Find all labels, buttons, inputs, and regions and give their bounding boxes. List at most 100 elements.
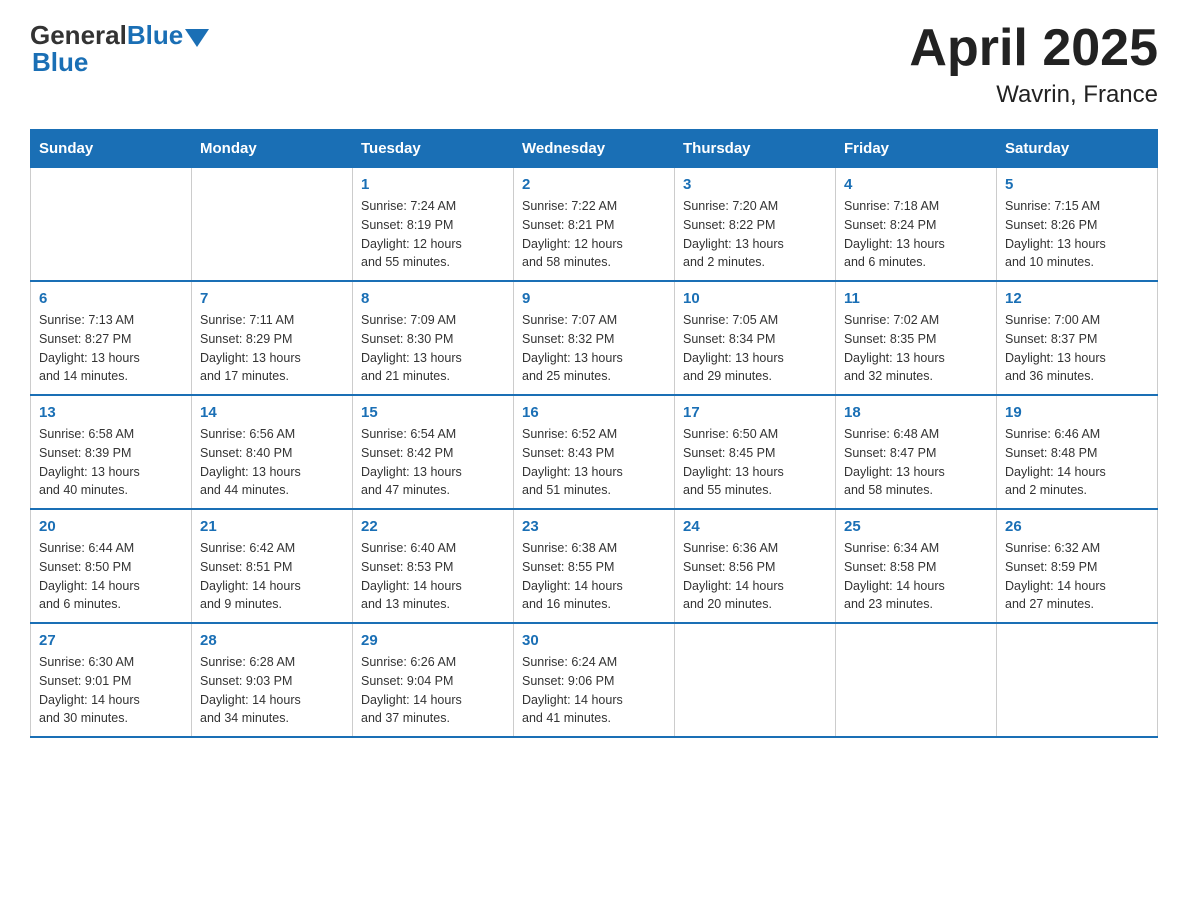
day-number: 29 <box>361 632 505 649</box>
day-number: 22 <box>361 518 505 535</box>
day-info: Sunrise: 7:20 AM Sunset: 8:22 PM Dayligh… <box>683 197 827 272</box>
calendar-cell-w3-d4: 17 Sunrise: 6:50 AM Sunset: 8:45 PM Dayli… <box>675 395 836 509</box>
day-number: 8 <box>361 290 505 307</box>
calendar-cell-w4-d3: 23 Sunrise: 6:38 AM Sunset: 8:55 PM Dayli… <box>514 509 675 623</box>
header-saturday: Saturday <box>997 130 1158 168</box>
logo-triangle-icon <box>185 29 209 47</box>
day-number: 19 <box>1005 404 1149 421</box>
calendar-cell-w5-d5 <box>836 623 997 737</box>
calendar-cell-w1-d0 <box>31 168 192 282</box>
title-block: April 2025 Wavrin, France <box>909 20 1158 109</box>
day-number: 17 <box>683 404 827 421</box>
header-sunday: Sunday <box>31 130 192 168</box>
week-row-5: 27 Sunrise: 6:30 AM Sunset: 9:01 PM Dayli… <box>31 623 1158 737</box>
day-info: Sunrise: 7:05 AM Sunset: 8:34 PM Dayligh… <box>683 311 827 386</box>
calendar-title: April 2025 <box>909 20 1158 77</box>
day-number: 28 <box>200 632 344 649</box>
day-info: Sunrise: 6:38 AM Sunset: 8:55 PM Dayligh… <box>522 539 666 614</box>
header-tuesday: Tuesday <box>353 130 514 168</box>
day-info: Sunrise: 6:56 AM Sunset: 8:40 PM Dayligh… <box>200 425 344 500</box>
calendar-cell-w2-d5: 11Sunrise: 7:02 AM Sunset: 8:35 PM Dayli… <box>836 281 997 395</box>
day-info: Sunrise: 6:44 AM Sunset: 8:50 PM Dayligh… <box>39 539 183 614</box>
day-info: Sunrise: 6:50 AM Sunset: 8:45 PM Dayligh… <box>683 425 827 500</box>
logo-blue-text: Blue <box>127 20 183 51</box>
calendar-cell-w5-d2: 29 Sunrise: 6:26 AM Sunset: 9:04 PM Dayli… <box>353 623 514 737</box>
day-info: Sunrise: 6:26 AM Sunset: 9:04 PM Dayligh… <box>361 653 505 728</box>
day-number: 15 <box>361 404 505 421</box>
calendar-cell-w5-d0: 27 Sunrise: 6:30 AM Sunset: 9:01 PM Dayli… <box>31 623 192 737</box>
day-number: 27 <box>39 632 183 649</box>
calendar-cell-w2-d1: 7Sunrise: 7:11 AM Sunset: 8:29 PM Daylig… <box>192 281 353 395</box>
day-info: Sunrise: 6:36 AM Sunset: 8:56 PM Dayligh… <box>683 539 827 614</box>
day-number: 30 <box>522 632 666 649</box>
day-info: Sunrise: 6:30 AM Sunset: 9:01 PM Dayligh… <box>39 653 183 728</box>
day-number: 20 <box>39 518 183 535</box>
header-monday: Monday <box>192 130 353 168</box>
calendar-cell-w1-d2: 1Sunrise: 7:24 AM Sunset: 8:19 PM Daylig… <box>353 168 514 282</box>
day-number: 5 <box>1005 176 1149 193</box>
logo: General Blue Blue <box>30 20 209 78</box>
calendar-cell-w2-d6: 12Sunrise: 7:00 AM Sunset: 8:37 PM Dayli… <box>997 281 1158 395</box>
day-info: Sunrise: 6:32 AM Sunset: 8:59 PM Dayligh… <box>1005 539 1149 614</box>
calendar-cell-w2-d3: 9 Sunrise: 7:07 AM Sunset: 8:32 PM Daylig… <box>514 281 675 395</box>
day-number: 24 <box>683 518 827 535</box>
header-wednesday: Wednesday <box>514 130 675 168</box>
day-info: Sunrise: 7:18 AM Sunset: 8:24 PM Dayligh… <box>844 197 988 272</box>
day-info: Sunrise: 6:34 AM Sunset: 8:58 PM Dayligh… <box>844 539 988 614</box>
calendar-cell-w1-d3: 2 Sunrise: 7:22 AM Sunset: 8:21 PM Daylig… <box>514 168 675 282</box>
calendar-cell-w4-d5: 25 Sunrise: 6:34 AM Sunset: 8:58 PM Dayli… <box>836 509 997 623</box>
calendar-cell-w4-d0: 20 Sunrise: 6:44 AM Sunset: 8:50 PM Dayli… <box>31 509 192 623</box>
day-number: 10 <box>683 290 827 307</box>
day-info: Sunrise: 6:54 AM Sunset: 8:42 PM Dayligh… <box>361 425 505 500</box>
calendar-cell-w1-d1 <box>192 168 353 282</box>
day-number: 11 <box>844 290 988 307</box>
calendar-cell-w2-d0: 6Sunrise: 7:13 AM Sunset: 8:27 PM Daylig… <box>31 281 192 395</box>
day-number: 1 <box>361 176 505 193</box>
day-info: Sunrise: 6:58 AM Sunset: 8:39 PM Dayligh… <box>39 425 183 500</box>
day-number: 23 <box>522 518 666 535</box>
day-number: 16 <box>522 404 666 421</box>
day-number: 21 <box>200 518 344 535</box>
calendar-cell-w4-d4: 24 Sunrise: 6:36 AM Sunset: 8:56 PM Dayli… <box>675 509 836 623</box>
day-info: Sunrise: 7:11 AM Sunset: 8:29 PM Dayligh… <box>200 311 344 386</box>
day-info: Sunrise: 7:15 AM Sunset: 8:26 PM Dayligh… <box>1005 197 1149 272</box>
day-number: 14 <box>200 404 344 421</box>
calendar-cell-w2-d2: 8 Sunrise: 7:09 AM Sunset: 8:30 PM Daylig… <box>353 281 514 395</box>
week-row-4: 20 Sunrise: 6:44 AM Sunset: 8:50 PM Dayli… <box>31 509 1158 623</box>
day-number: 2 <box>522 176 666 193</box>
logo-bottom-text: Blue <box>30 47 88 78</box>
calendar-cell-w3-d6: 19 Sunrise: 6:46 AM Sunset: 8:48 PM Dayli… <box>997 395 1158 509</box>
day-number: 3 <box>683 176 827 193</box>
day-number: 4 <box>844 176 988 193</box>
calendar-cell-w3-d2: 15 Sunrise: 6:54 AM Sunset: 8:42 PM Dayli… <box>353 395 514 509</box>
calendar-cell-w4-d2: 22Sunrise: 6:40 AM Sunset: 8:53 PM Dayli… <box>353 509 514 623</box>
day-number: 18 <box>844 404 988 421</box>
day-info: Sunrise: 6:24 AM Sunset: 9:06 PM Dayligh… <box>522 653 666 728</box>
calendar-cell-w3-d5: 18 Sunrise: 6:48 AM Sunset: 8:47 PM Dayli… <box>836 395 997 509</box>
calendar-cell-w5-d1: 28 Sunrise: 6:28 AM Sunset: 9:03 PM Dayli… <box>192 623 353 737</box>
header-friday: Friday <box>836 130 997 168</box>
calendar-cell-w5-d3: 30 Sunrise: 6:24 AM Sunset: 9:06 PM Dayli… <box>514 623 675 737</box>
calendar-cell-w3-d1: 14 Sunrise: 6:56 AM Sunset: 8:40 PM Dayli… <box>192 395 353 509</box>
day-info: Sunrise: 6:28 AM Sunset: 9:03 PM Dayligh… <box>200 653 344 728</box>
day-number: 13 <box>39 404 183 421</box>
day-info: Sunrise: 7:07 AM Sunset: 8:32 PM Dayligh… <box>522 311 666 386</box>
day-info: Sunrise: 7:09 AM Sunset: 8:30 PM Dayligh… <box>361 311 505 386</box>
calendar-table: SundayMondayTuesdayWednesdayThursdayFrid… <box>30 129 1158 738</box>
calendar-cell-w5-d6 <box>997 623 1158 737</box>
day-number: 9 <box>522 290 666 307</box>
calendar-cell-w3-d0: 13 Sunrise: 6:58 AM Sunset: 8:39 PM Dayli… <box>31 395 192 509</box>
calendar-subtitle: Wavrin, France <box>909 81 1158 109</box>
day-info: Sunrise: 6:46 AM Sunset: 8:48 PM Dayligh… <box>1005 425 1149 500</box>
calendar-cell-w4-d6: 26Sunrise: 6:32 AM Sunset: 8:59 PM Dayli… <box>997 509 1158 623</box>
calendar-cell-w3-d3: 16Sunrise: 6:52 AM Sunset: 8:43 PM Dayli… <box>514 395 675 509</box>
day-info: Sunrise: 7:22 AM Sunset: 8:21 PM Dayligh… <box>522 197 666 272</box>
day-number: 25 <box>844 518 988 535</box>
day-info: Sunrise: 6:48 AM Sunset: 8:47 PM Dayligh… <box>844 425 988 500</box>
calendar-cell-w4-d1: 21 Sunrise: 6:42 AM Sunset: 8:51 PM Dayli… <box>192 509 353 623</box>
day-info: Sunrise: 7:00 AM Sunset: 8:37 PM Dayligh… <box>1005 311 1149 386</box>
day-number: 6 <box>39 290 183 307</box>
calendar-cell-w1-d6: 5 Sunrise: 7:15 AM Sunset: 8:26 PM Daylig… <box>997 168 1158 282</box>
day-info: Sunrise: 6:42 AM Sunset: 8:51 PM Dayligh… <box>200 539 344 614</box>
week-row-2: 6Sunrise: 7:13 AM Sunset: 8:27 PM Daylig… <box>31 281 1158 395</box>
